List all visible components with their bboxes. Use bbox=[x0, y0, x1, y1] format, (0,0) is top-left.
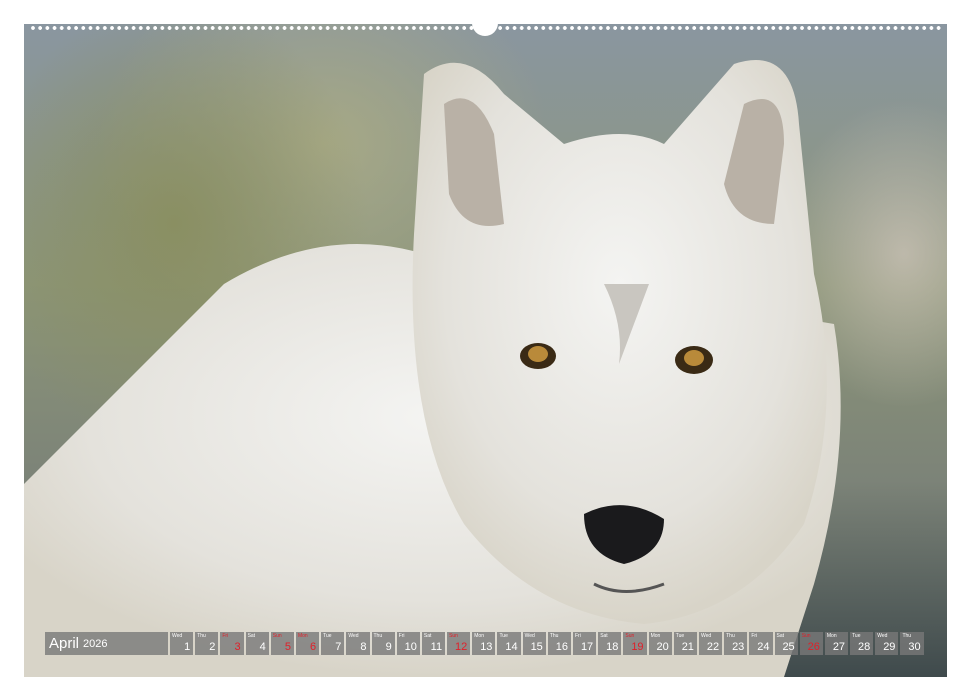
day-number: 28 bbox=[858, 641, 870, 653]
day-number: 29 bbox=[883, 641, 895, 653]
day-number: 12 bbox=[455, 641, 467, 653]
weekday: Thu bbox=[374, 633, 383, 639]
weekday: Tue bbox=[676, 633, 684, 639]
weekday: Fri bbox=[399, 633, 405, 639]
day-cell: Tue 28 bbox=[850, 632, 873, 655]
white-wolf-photo bbox=[24, 24, 947, 677]
weekday: Thu bbox=[726, 633, 735, 639]
weekday: Sun bbox=[449, 633, 458, 639]
day-cell: Thu 16 bbox=[548, 632, 571, 655]
day-number: 20 bbox=[657, 641, 669, 653]
month-label: April 2026 bbox=[45, 632, 168, 655]
weekday: Wed bbox=[172, 633, 182, 639]
day-cell: Mon6 bbox=[296, 632, 319, 655]
day-number: 9 bbox=[386, 641, 392, 653]
weekday: Fri bbox=[222, 633, 228, 639]
weekday: Mon bbox=[474, 633, 484, 639]
year: 2026 bbox=[83, 638, 107, 650]
day-cell: Mon 13 bbox=[472, 632, 495, 655]
day-number: 23 bbox=[732, 641, 744, 653]
weekday: Mon bbox=[827, 633, 837, 639]
weekday: Wed bbox=[877, 633, 887, 639]
day-number: 4 bbox=[260, 641, 266, 653]
month-name: April bbox=[49, 635, 79, 652]
day-number: 17 bbox=[581, 641, 593, 653]
weekday: Sat bbox=[600, 633, 608, 639]
day-number: 22 bbox=[707, 641, 719, 653]
weekday: Wed bbox=[701, 633, 711, 639]
day-cell: Sat 4 bbox=[246, 632, 269, 655]
day-cell: Sun 19 bbox=[623, 632, 646, 655]
day-number: 14 bbox=[505, 641, 517, 653]
day-cell: Sat 18 bbox=[598, 632, 621, 655]
day-number: 7 bbox=[335, 641, 341, 653]
day-number: 3 bbox=[234, 641, 240, 653]
day-cell: Wed 22 bbox=[699, 632, 722, 655]
day-number: 27 bbox=[833, 641, 845, 653]
day-cell: Wed 15 bbox=[523, 632, 546, 655]
day-number: 6 bbox=[310, 641, 316, 653]
weekday: Sat bbox=[424, 633, 432, 639]
weekday: Fri bbox=[575, 633, 581, 639]
day-number: 26 bbox=[808, 641, 820, 653]
day-number: 2 bbox=[209, 641, 215, 653]
day-number: 19 bbox=[631, 641, 643, 653]
day-cell: Sat 25 bbox=[775, 632, 798, 655]
day-cell: Tue 21 bbox=[674, 632, 697, 655]
day-number: 8 bbox=[360, 641, 366, 653]
weekday: Mon bbox=[651, 633, 661, 639]
weekday: Mon bbox=[298, 633, 308, 639]
weekday: Thu bbox=[197, 633, 206, 639]
day-cell: Fri24 bbox=[749, 632, 772, 655]
day-cell: Thu9 bbox=[372, 632, 395, 655]
day-number: 16 bbox=[556, 641, 568, 653]
day-cell: Fri10 bbox=[397, 632, 420, 655]
day-number: 15 bbox=[531, 641, 543, 653]
day-number: 25 bbox=[782, 641, 794, 653]
day-cell: Wed8 bbox=[346, 632, 369, 655]
day-number: 11 bbox=[431, 641, 442, 653]
day-cell: Thu2 bbox=[195, 632, 218, 655]
day-cell: Mon 20 bbox=[649, 632, 672, 655]
day-cell: Thu 30 bbox=[900, 632, 923, 655]
day-cell: Thu 23 bbox=[724, 632, 747, 655]
day-cell: Fri17 bbox=[573, 632, 596, 655]
day-cell: Sun5 bbox=[271, 632, 294, 655]
weekday: Sat bbox=[248, 633, 256, 639]
weekday: Fri bbox=[751, 633, 757, 639]
weekday: Tue bbox=[499, 633, 507, 639]
weekday: Sun bbox=[802, 633, 811, 639]
day-cell: Fri 3 bbox=[220, 632, 243, 655]
day-number: 30 bbox=[908, 641, 920, 653]
day-cell: Tue 7 bbox=[321, 632, 344, 655]
weekday: Sun bbox=[625, 633, 634, 639]
day-cell: Sun 12 bbox=[447, 632, 470, 655]
weekday: Wed bbox=[525, 633, 535, 639]
weekday: Thu bbox=[550, 633, 559, 639]
weekday: Thu bbox=[902, 633, 911, 639]
day-number: 24 bbox=[757, 641, 769, 653]
weekday: Wed bbox=[348, 633, 358, 639]
day-cell: Sun 26 bbox=[800, 632, 823, 655]
day-number: 18 bbox=[606, 641, 618, 653]
calendar-strip: April 2026 Wed1Thu2Fri3Sat4Sun5Mon6Tue7W… bbox=[45, 632, 924, 655]
day-number: 13 bbox=[480, 641, 492, 653]
day-cell: Sat 11 bbox=[422, 632, 445, 655]
day-cell: Mon 27 bbox=[825, 632, 848, 655]
day-number: 1 bbox=[184, 641, 190, 653]
day-number: 21 bbox=[682, 641, 694, 653]
weekday: Sun bbox=[273, 633, 282, 639]
day-cell: Tue 14 bbox=[497, 632, 520, 655]
weekday: Sat bbox=[777, 633, 785, 639]
weekday: Tue bbox=[323, 633, 331, 639]
day-number: 5 bbox=[285, 641, 291, 653]
weekday: Tue bbox=[852, 633, 860, 639]
day-number: 10 bbox=[405, 641, 417, 653]
day-cell: Wed 29 bbox=[875, 632, 898, 655]
day-cell: Wed1 bbox=[170, 632, 193, 655]
